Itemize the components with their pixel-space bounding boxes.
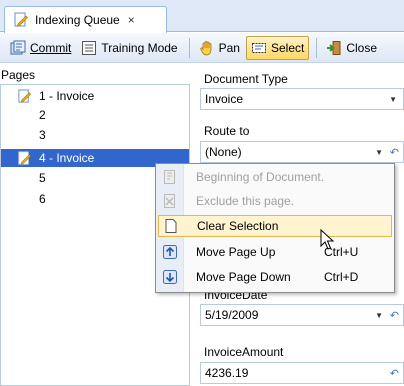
invoice-amount-value: 4236.19 [205, 366, 249, 380]
document-flag-icon [164, 170, 175, 184]
commit-icon [10, 40, 26, 54]
undo-icon[interactable]: ↶ [390, 367, 399, 380]
chevron-down-icon[interactable]: ▼ [375, 311, 383, 320]
menu-item-clear-selection[interactable]: Clear Selection [158, 215, 392, 237]
page-item-label: 3 [39, 128, 46, 142]
close-door-icon [327, 40, 341, 55]
menu-item-beginning-of-document[interactable]: Beginning of Document. [158, 166, 392, 188]
training-mode-button[interactable]: Training Mode [77, 36, 181, 60]
chevron-down-icon[interactable]: ▼ [375, 148, 383, 157]
page-item-2[interactable]: 2 [1, 106, 189, 124]
context-menu: Beginning of Document. Exclude this page… [155, 163, 395, 293]
menu-item-move-page-down[interactable]: Move Page Down Ctrl+D [158, 266, 392, 288]
document-pencil-icon [18, 88, 31, 103]
select-button[interactable]: Select [245, 35, 310, 60]
invoice-amount-label: InvoiceAmount [204, 345, 284, 359]
toolbar-separator [316, 37, 318, 58]
move-up-icon [163, 245, 177, 259]
invoice-date-field[interactable]: 5/19/2009 ▼ ↶ [200, 304, 404, 326]
blank-page-icon [165, 219, 177, 233]
tab-strip: Indexing Queue × [0, 0, 404, 33]
menu-item-label: Move Page Down [196, 270, 291, 284]
page-item-3[interactable]: 3 [1, 126, 189, 144]
document-type-select[interactable]: Invoice ▼ [200, 88, 404, 110]
invoice-date-value: 5/19/2009 [205, 308, 259, 322]
close-label: Close [346, 40, 378, 55]
chevron-down-icon[interactable]: ▼ [389, 95, 397, 104]
document-type-value: Invoice [205, 92, 244, 106]
pages-title: Pages [1, 68, 36, 82]
page-item-label: 4 - Invoice [39, 151, 95, 165]
tab-label: Indexing Queue [35, 13, 120, 27]
document-pencil-icon [14, 12, 28, 27]
training-mode-icon [82, 40, 97, 55]
select-region-icon [251, 42, 266, 53]
menu-item-label: Move Page Up [196, 245, 276, 259]
menu-item-move-page-up[interactable]: Move Page Up Ctrl+U [158, 241, 392, 263]
mouse-pointer-icon [320, 229, 335, 250]
page-item-label: 5 [39, 171, 46, 185]
undo-icon[interactable]: ↶ [390, 146, 399, 159]
menu-item-label: Beginning of Document. [196, 170, 325, 184]
menu-item-exclude-page[interactable]: Exclude this page. [158, 190, 392, 212]
pan-button[interactable]: Pan [195, 36, 244, 60]
page-item-label: 6 [39, 192, 46, 206]
tab-close-icon[interactable]: × [128, 13, 135, 27]
commit-label: Commit [30, 40, 72, 55]
hand-icon [200, 40, 212, 55]
menu-item-shortcut: Ctrl+D [324, 270, 359, 284]
close-button[interactable]: Close [322, 36, 381, 60]
pan-label: Pan [218, 40, 240, 55]
select-label: Select [270, 40, 305, 55]
page-item-1[interactable]: 1 - Invoice [1, 87, 189, 105]
invoice-amount-field[interactable]: 4236.19 ↶ [200, 362, 404, 384]
route-to-label: Route to [204, 124, 250, 138]
menu-item-label: Clear Selection [197, 219, 279, 233]
route-to-select[interactable]: (None) ▼ ↶ [200, 141, 404, 163]
move-down-icon [163, 270, 177, 284]
tab-indexing-queue[interactable]: Indexing Queue × [4, 6, 167, 33]
commit-button[interactable]: Commit [6, 36, 75, 60]
toolbar: Commit Training Mode Pan Select Close [0, 33, 404, 63]
route-to-value: (None) [205, 145, 242, 159]
exclude-page-icon [164, 194, 175, 208]
document-pencil-icon [18, 150, 31, 165]
undo-icon[interactable]: ↶ [390, 309, 399, 322]
document-type-label: Document Type [204, 72, 288, 86]
page-item-label: 1 - Invoice [39, 89, 95, 103]
toolbar-separator [188, 37, 190, 58]
page-item-label: 2 [39, 108, 46, 122]
menu-item-label: Exclude this page. [196, 194, 295, 208]
training-mode-label: Training Mode [101, 40, 178, 55]
